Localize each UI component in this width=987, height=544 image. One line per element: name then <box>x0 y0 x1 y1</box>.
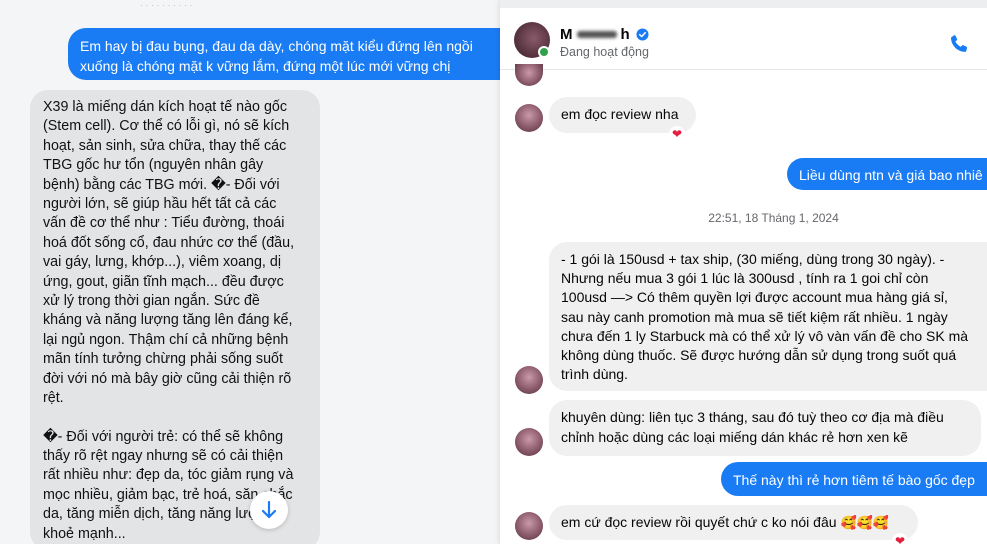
scroll-to-bottom-button[interactable] <box>250 491 288 529</box>
messenger-chat-window: M h Đang hoạt động em đọc review nha ❤ L… <box>500 0 987 544</box>
message-text-line: ứng, gout, giãn tĩnh mạch... đều được <box>43 273 284 290</box>
message-text-line: vai gáy, lưng, khớp...), viêm xoang, dị <box>43 254 282 271</box>
message-text-line: xuống là chóng mặt k vững lắm, đứng một … <box>80 58 451 74</box>
heart-reaction[interactable]: ❤ <box>892 533 908 544</box>
message-text-line: rất nhiều như: đẹp da, tóc giảm rụng và <box>43 467 294 484</box>
contact-avatar-small <box>515 428 543 456</box>
left-chat-pane: · · · · · · · · · · Em hay bị đau bụng, … <box>0 0 500 544</box>
message-text-line: trình dùng. <box>561 366 628 383</box>
screenshot-stage: · · · · · · · · · · Em hay bị đau bụng, … <box>0 0 987 544</box>
message-text-line: hoạt, sản sinh, sửa chữa, thay thế các <box>43 137 287 154</box>
verified-badge-icon <box>636 28 649 41</box>
message-timestamp: 22:51, 18 Tháng 1, 2024 <box>708 211 839 225</box>
message-text-line: mãn tính tưởng chừng phải sống suốt <box>43 351 283 368</box>
message-text-line: Nhưng nếu mua 3 gói 1 lúc là 300usd , tí… <box>561 270 929 287</box>
message-text-line: xử lý trong thời gian ngắn. Sức đề <box>43 293 260 310</box>
contact-avatar-small <box>515 366 543 394</box>
message-text-line: người lớn, sẽ giúp hầu hết tất cả các <box>43 196 277 213</box>
outgoing-message[interactable]: Thế này thì rẻ hơn tiêm tế bào gốc đẹp <box>721 462 987 496</box>
contact-name-end: h <box>620 26 630 43</box>
message-text-line: TBG gốc hư tổn (nguyên nhân gây <box>43 157 264 174</box>
message-text-line: �- Đối với người trẻ: có thể sẽ không <box>43 428 284 445</box>
message-text-line: hoá đốt sống cổ, đau nhức cơ thể (đầu, <box>43 234 295 251</box>
message-text-line: (Stem cell). Cơ thể có lỗi gì, nó sẽ kíc… <box>43 118 290 135</box>
message-text-line: X39 là miếng dán kích hoạt tế nào gốc <box>43 99 288 115</box>
message-text: em cứ đọc review rồi quyết chứ c ko nói … <box>561 514 837 530</box>
message-text-line: khuyên dùng: liên tục 3 tháng, sau đó tu… <box>561 409 944 425</box>
message-text-line: chưa đến 1 ly Starbuck mà có thể xử lý v… <box>561 327 969 344</box>
cut-off-top-text: · · · · · · · · · · <box>140 0 193 8</box>
message-text: Thế này thì rẻ hơn tiêm tế bào gốc đẹp <box>733 472 975 488</box>
contact-status: Đang hoạt động <box>560 45 649 59</box>
window-top-strip <box>500 0 987 8</box>
message-text: Liều dùng ntn và giá bao nhiê <box>799 167 983 183</box>
arrow-down-icon <box>261 501 277 519</box>
online-status-dot <box>538 46 550 58</box>
message-text: em đọc review nha <box>561 106 679 122</box>
message-text-line: lại ngủ ngon. Thậm chí cả những bệnh <box>43 331 289 348</box>
message-text-line: bệnh) bằng các TBG mới. �- Đối với <box>43 176 280 193</box>
name-redaction <box>576 31 617 38</box>
message-text-line: sau này canh promotion mà mua sẽ tiết ki… <box>561 308 948 325</box>
outgoing-message[interactable]: Liều dùng ntn và giá bao nhiê <box>787 158 987 190</box>
incoming-message-x39-description[interactable]: X39 là miếng dán kích hoạt tế nào gốc (St… <box>30 90 320 544</box>
message-text-line: đời với nó mà bây giờ cũng cải thiện rõ <box>43 370 292 387</box>
message-text-line: - 1 gói là 150usd + tax ship, (30 miếng,… <box>561 251 945 267</box>
message-text-line: thấy rõ rệt ngay nhưng sẽ có cải thiện <box>43 447 284 464</box>
contact-name[interactable]: M h <box>560 26 649 43</box>
outgoing-message-symptoms[interactable]: Em hay bị đau bụng, đau dạ dày, chóng mặ… <box>68 28 500 80</box>
message-text-line: kháng và năng lượng tăng lên đáng kể, <box>43 312 293 329</box>
message-text-line: chỉnh hoặc dùng các loại miếng dán khác … <box>561 428 908 445</box>
incoming-message-pricing[interactable]: - 1 gói là 150usd + tax ship, (30 miếng,… <box>549 242 987 391</box>
incoming-message-recommendation[interactable]: khuyên dùng: liên tục 3 tháng, sau đó tu… <box>549 400 981 456</box>
contact-avatar-small <box>515 104 543 132</box>
chat-header: M h Đang hoạt động <box>500 8 987 70</box>
message-text-line: rệt. <box>43 390 64 407</box>
message-text-line: không dùng thuốc. Sẽ được hướng dẫn sử d… <box>561 347 957 364</box>
incoming-message[interactable]: em cứ đọc review rồi quyết chứ c ko nói … <box>549 505 918 540</box>
phone-icon[interactable] <box>948 33 970 55</box>
contact-name-start: M <box>560 26 573 43</box>
contact-avatar-small <box>515 64 543 86</box>
contact-avatar-small <box>515 512 543 540</box>
heart-eyes-emoji: 🥰🥰🥰 <box>840 515 889 530</box>
message-text-line: Em hay bị đau bụng, đau dạ dày, chóng mặ… <box>80 38 473 54</box>
message-text-line: vấn đề cơ thể như : Tiểu đường, thoái <box>43 215 285 232</box>
message-text-line: 100usd —> Có thêm quyền lợi được account… <box>561 289 948 306</box>
heart-reaction[interactable]: ❤ <box>669 126 685 142</box>
